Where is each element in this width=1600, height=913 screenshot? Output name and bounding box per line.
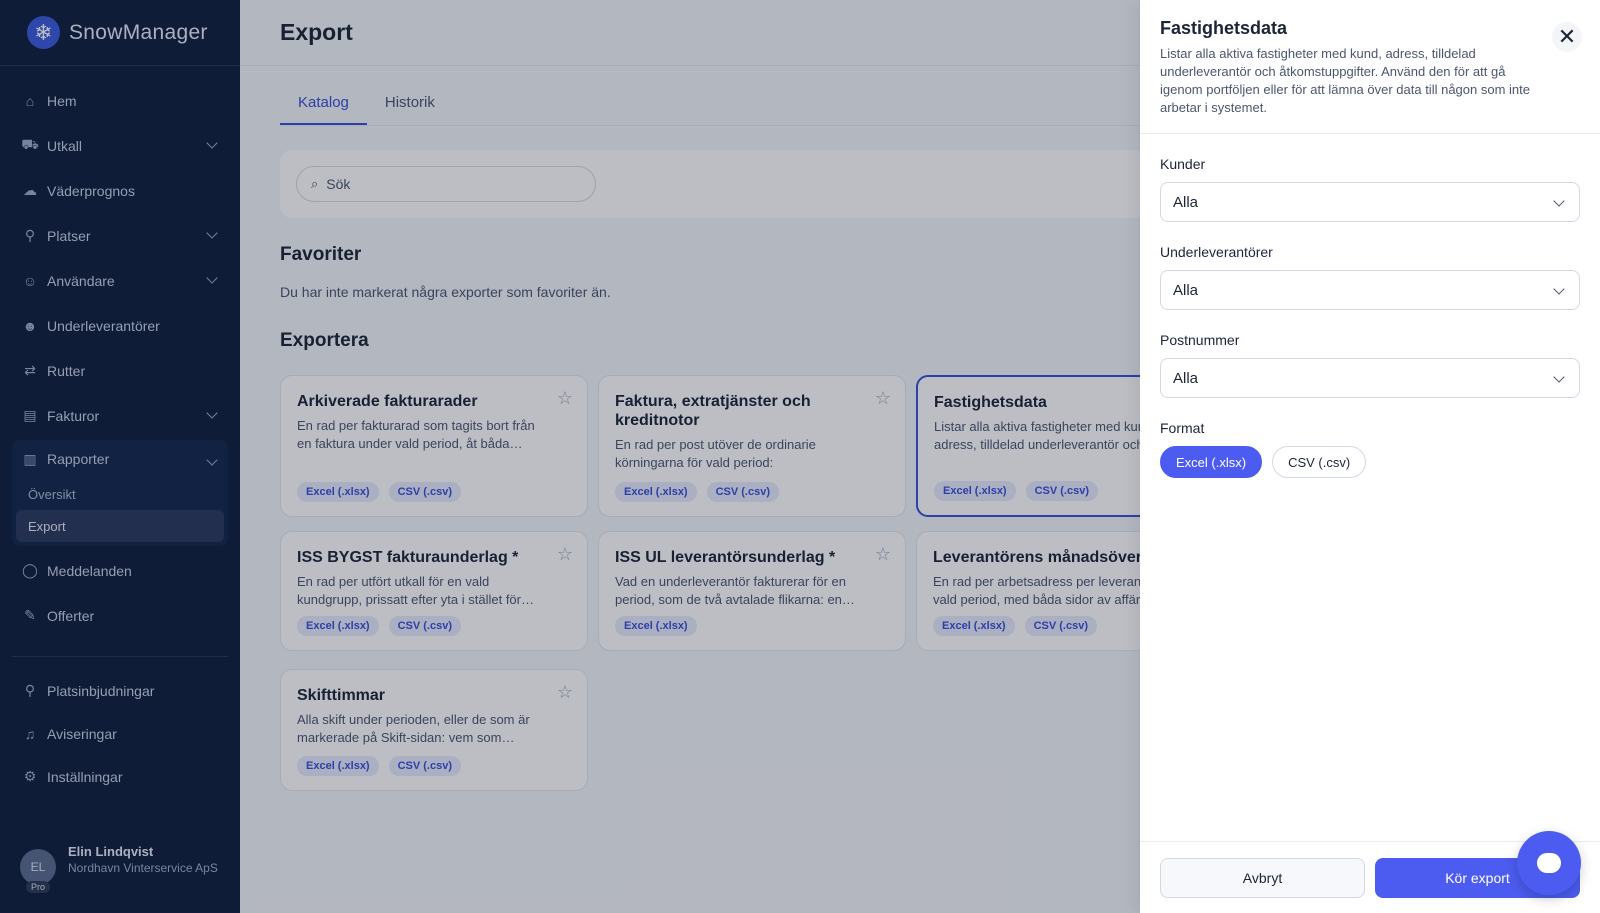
kunder-select[interactable]: Alla [1160,182,1580,222]
close-icon: ✕ [1557,24,1577,49]
chat-launcher-button[interactable] [1517,831,1581,895]
field-postnummer: Postnummer Alla [1140,332,1600,398]
underleverantorer-select[interactable]: Alla [1160,270,1580,310]
field-kunder: Kunder Alla [1140,156,1600,222]
chevron-down-icon [1553,195,1565,207]
format-option-csv[interactable]: CSV (.csv) [1272,446,1367,478]
select-value: Alla [1173,281,1199,299]
field-label: Postnummer [1160,332,1240,348]
select-value: Alla [1173,193,1199,211]
field-label: Format [1160,420,1205,436]
chevron-down-icon [1553,371,1565,383]
field-underleverantorer: Underleverantörer Alla [1140,244,1600,310]
field-format: Format Excel (.xlsx) CSV (.csv) [1140,420,1600,478]
format-options: Excel (.xlsx) CSV (.csv) [1160,446,1580,478]
field-label: Kunder [1160,156,1206,172]
drawer-header: Fastighetsdata Listar alla aktiva fastig… [1140,0,1600,134]
close-button[interactable]: ✕ [1552,22,1582,52]
chat-icon [1537,853,1561,873]
cancel-button[interactable]: Avbryt [1160,857,1365,898]
chevron-down-icon [1553,283,1565,295]
format-option-excel[interactable]: Excel (.xlsx) [1160,446,1263,478]
postnummer-select[interactable]: Alla [1160,358,1580,398]
select-value: Alla [1173,369,1199,387]
export-drawer: Fastighetsdata Listar alla aktiva fastig… [1140,0,1600,913]
field-label: Underleverantörer [1160,244,1273,260]
drawer-description: Listar alla aktiva fastigheter med kund,… [1160,46,1530,115]
drawer-title: Fastighetsdata [1160,18,1288,38]
